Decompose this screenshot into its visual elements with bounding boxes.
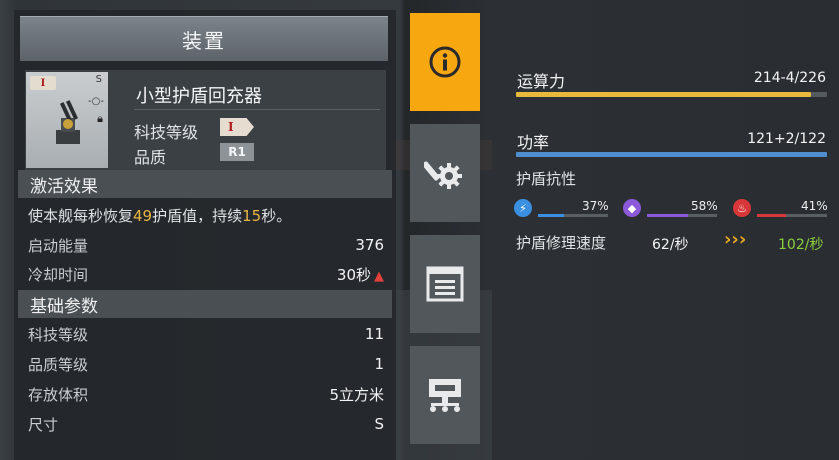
shield-repair-label: 护盾修理速度 [516, 234, 607, 252]
device-panel: 装置 I S -○- 🔒︎ 小型护盾回充器 科技等级 I 品质 R1 激活效果 … [14, 10, 396, 460]
power-label: 功率 [517, 133, 550, 152]
stat-value-wrap: 30秒 ▲ [337, 264, 384, 285]
power-bar-fill [516, 152, 827, 157]
tab-modules[interactable] [410, 124, 480, 222]
turret-image [56, 100, 80, 144]
stat-label: 尺寸 [28, 415, 59, 434]
resistance-percent: 41% [801, 199, 828, 213]
tech-level-label: 科技等级 [134, 123, 199, 142]
tab-module-tree[interactable] [410, 346, 480, 444]
power-value: 121+2/122 [747, 131, 826, 147]
slot-size-label: S [95, 74, 102, 85]
stat-row-activation-energy: 启动能量 376 [28, 231, 384, 259]
stat-label: 存放体积 [28, 385, 89, 404]
info-icon [429, 46, 461, 78]
desc-regen-value: 49 [133, 207, 153, 225]
fire-icon: ♨ [733, 199, 751, 217]
resistance-bar-track [757, 214, 827, 217]
resistance-percent: 58% [691, 199, 718, 213]
activation-header: 激活效果 [18, 170, 392, 198]
resistance-bar-fill [538, 214, 564, 217]
stat-row-quality-level: 品质等级 1 [28, 350, 384, 378]
stat-value: 376 [355, 236, 384, 254]
power-bar-track [516, 152, 827, 157]
desc-duration-value: 15 [242, 207, 262, 225]
panel-title: 装置 [20, 16, 388, 61]
lightning-icon: ⚡ [514, 199, 532, 217]
lock-icon: 🔒︎ [97, 112, 103, 125]
document-icon [426, 266, 464, 302]
item-thumbnail[interactable]: I S -○- 🔒︎ [26, 72, 108, 168]
stat-label: 科技等级 [28, 325, 89, 344]
repair-after-value: 102/秒 [778, 237, 824, 253]
stat-row-cooldown: 冷却时间 30秒 ▲ [28, 260, 384, 288]
resistance-bar-fill [647, 214, 688, 217]
module-tree-icon [429, 379, 461, 412]
desc-text: 秒。 [261, 207, 292, 225]
compute-value: 214-4/226 [753, 70, 826, 86]
desc-text: 使本舰每秒恢复 [28, 207, 134, 225]
resistance-bar-track [647, 214, 717, 217]
stat-value: 1 [374, 355, 384, 373]
stat-label: 品质等级 [28, 355, 89, 374]
increase-arrow-icon: ▲ [374, 268, 384, 284]
stat-row-tech-level: 科技等级 11 [28, 320, 384, 348]
stat-value: 5立方米 [329, 385, 384, 404]
quality-label: 品质 [134, 148, 167, 167]
stat-label: 冷却时间 [28, 265, 89, 284]
compute-bar-fill [516, 92, 811, 97]
stat-value: S [374, 415, 384, 433]
stat-label: 启动能量 [28, 236, 89, 255]
tab-description[interactable] [410, 235, 480, 333]
quality-badge: R1 [220, 143, 254, 161]
gear-wrench-icon [424, 161, 462, 189]
repair-before-value: 62/秒 [652, 237, 689, 253]
link-icon: -○- [88, 96, 104, 107]
divider [134, 109, 380, 110]
increase-chevrons-icon: ››› [724, 229, 747, 250]
stat-value: 30秒 [336, 265, 371, 284]
crystal-icon: ◆ [623, 199, 641, 217]
compute-label: 运算力 [517, 72, 566, 91]
stat-row-storage-volume: 存放体积 5立方米 [28, 380, 384, 408]
shield-resistance-label: 护盾抗性 [516, 170, 577, 188]
resistance-percent: 37% [582, 199, 609, 213]
resistance-bar-track [538, 214, 608, 217]
compute-bar-track [516, 92, 827, 97]
activation-description: 使本舰每秒恢复49护盾值，持续15秒。 [28, 205, 291, 226]
stat-value: 11 [364, 325, 384, 343]
item-tag-badge: I [30, 76, 56, 90]
desc-text: 护盾值，持续 [152, 207, 243, 225]
resistance-bar-fill [757, 214, 786, 217]
item-name: 小型护盾回充器 [136, 86, 262, 107]
basic-params-header: 基础参数 [18, 290, 392, 318]
tab-info[interactable] [410, 13, 480, 111]
stat-row-size: 尺寸 S [28, 410, 384, 438]
